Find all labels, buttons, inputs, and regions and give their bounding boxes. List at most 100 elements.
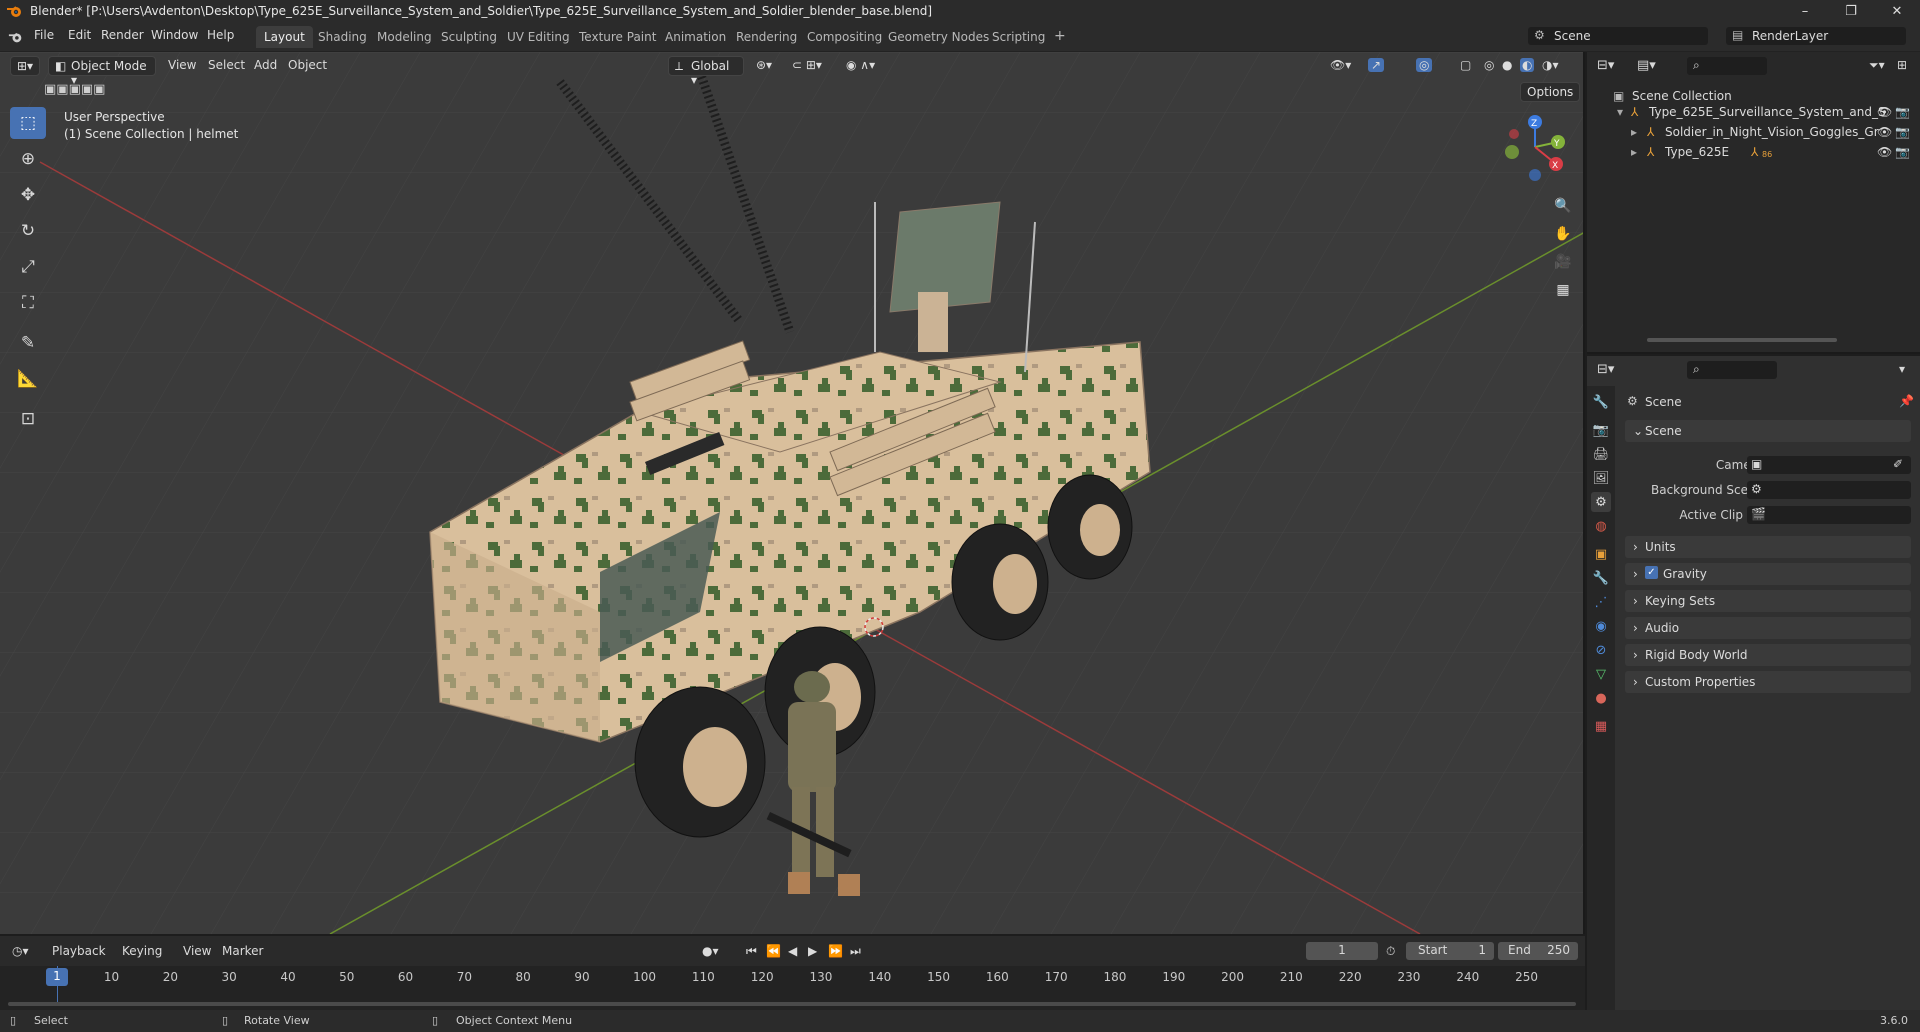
outliner-item[interactable]: ▸ ⅄ Type_625E ⅄ 86 👁 📷	[1587, 142, 1920, 162]
proportional-edit-icon[interactable]: ◉ ∧▾	[846, 58, 875, 72]
gizmo-toggle-icon[interactable]: ↗	[1368, 58, 1385, 72]
tab-sculpting[interactable]: Sculpting	[433, 26, 505, 48]
pivot-icon[interactable]: ⊛▾	[756, 58, 772, 72]
overlay-toggle-icon[interactable]: ◎	[1416, 58, 1433, 72]
tab-scripting[interactable]: Scripting	[984, 26, 1053, 48]
orthographic-grid-icon[interactable]: ▦	[1552, 279, 1574, 301]
active-clip-field[interactable]: 🎬	[1747, 506, 1911, 524]
mode-selector[interactable]: ◧ Object Mode ▾	[48, 56, 156, 87]
outliner-scrollbar[interactable]	[1647, 338, 1837, 342]
transform-orientation[interactable]: ⟂ Global ▾	[668, 56, 744, 87]
options-button[interactable]: Options	[1520, 82, 1580, 102]
menu-edit[interactable]: Edit	[68, 28, 91, 42]
eye-icon[interactable]: 👁	[1877, 145, 1892, 159]
playhead-frame[interactable]: 1	[46, 968, 68, 986]
world-tab-icon[interactable]: ◍	[1591, 516, 1611, 536]
play-icon[interactable]: ▶	[808, 944, 817, 958]
solid-shading-icon[interactable]: ●	[1502, 58, 1512, 72]
expand-right-icon[interactable]: ▸	[1631, 125, 1637, 139]
outliner-item[interactable]: ▸ ⅄ Soldier_in_Night_Vision_Goggles_Gr 👁…	[1587, 122, 1920, 142]
editor-type-icon[interactable]: ⊞▾	[10, 56, 40, 76]
outliner-item[interactable]: ▾ ⅄ Type_625E_Surveillance_System_and_S …	[1587, 102, 1920, 122]
next-keyframe-icon[interactable]: ⏩	[828, 944, 843, 958]
snap-icon[interactable]: ⊂ ⊞▾	[792, 58, 822, 72]
transform-tool-icon[interactable]: ⛶	[10, 287, 46, 319]
panel-scene-header[interactable]: ⌄ Scene	[1625, 420, 1911, 442]
jump-end-icon[interactable]: ⏭	[850, 944, 861, 959]
scale-tool-icon[interactable]: ⤢	[10, 251, 46, 283]
visibility-icon[interactable]: 👁▾	[1330, 58, 1351, 72]
expand-right-icon[interactable]: ▸	[1631, 145, 1637, 159]
material-tab-icon[interactable]: ●	[1591, 688, 1611, 708]
panel-gravity[interactable]: › ✓ Gravity	[1625, 563, 1911, 585]
material-shading-icon[interactable]: ◐	[1520, 58, 1535, 72]
timeline-menu-marker[interactable]: Marker	[222, 944, 263, 958]
cursor-tool-icon[interactable]: ⊕	[10, 143, 46, 175]
new-collection-icon[interactable]: ⊞	[1897, 58, 1907, 72]
scene-selector[interactable]: ⚙ Scene	[1528, 27, 1708, 45]
navigation-gizmo[interactable]: Z Y X	[1500, 112, 1570, 182]
tab-uv-editing[interactable]: UV Editing	[499, 26, 578, 48]
timeline-scrollbar[interactable]	[8, 1002, 1576, 1006]
add-cube-tool-icon[interactable]: ⊡	[10, 403, 46, 435]
measure-tool-icon[interactable]: 📐	[10, 363, 46, 395]
stopwatch-icon[interactable]: ⏱	[1386, 944, 1395, 959]
background-scene-field[interactable]: ⚙	[1747, 481, 1911, 499]
tab-shading[interactable]: Shading	[310, 26, 375, 48]
modifier-tab-icon[interactable]: 🔧	[1591, 568, 1611, 588]
xray-icon[interactable]: ▢	[1460, 58, 1471, 72]
display-mode-icon[interactable]: ▤▾	[1637, 58, 1656, 73]
tab-texture-paint[interactable]: Texture Paint	[571, 26, 664, 48]
tab-layout[interactable]: Layout	[256, 26, 313, 48]
rotate-tool-icon[interactable]: ↻	[10, 215, 46, 247]
play-reverse-icon[interactable]: ◀	[788, 944, 797, 958]
view-layer-tab-icon[interactable]: 🖼	[1591, 468, 1611, 488]
blender-menu-icon[interactable]	[8, 30, 24, 44]
select-box-tool-icon[interactable]: ⬚	[10, 107, 46, 139]
start-frame-field[interactable]: Start 1	[1406, 942, 1494, 960]
properties-options-icon[interactable]: ▾	[1899, 362, 1905, 376]
tab-geometry-nodes[interactable]: Geometry Nodes	[880, 26, 997, 48]
current-frame-field[interactable]: 1	[1306, 942, 1378, 960]
properties-search-input[interactable]: ⌕	[1687, 361, 1777, 379]
panel-rigid-body-world[interactable]: › Rigid Body World	[1625, 644, 1911, 666]
data-tab-icon[interactable]: ▽	[1591, 664, 1611, 684]
eye-icon[interactable]: 👁	[1877, 105, 1892, 119]
camera-view-icon[interactable]: 🎥	[1552, 251, 1574, 273]
tab-animation[interactable]: Animation	[657, 26, 734, 48]
timeline-menu-playback[interactable]: Playback	[52, 944, 106, 958]
close-button[interactable]: ✕	[1874, 0, 1920, 22]
camera-render-icon[interactable]: 📷	[1895, 125, 1910, 139]
gravity-checkbox[interactable]: ✓	[1645, 566, 1658, 579]
timeline-menu-view[interactable]: View	[183, 944, 211, 958]
menu-window[interactable]: Window	[151, 28, 198, 42]
timeline-editor-icon[interactable]: ◷▾	[12, 944, 29, 958]
physics-tab-icon[interactable]: ◉	[1591, 616, 1611, 636]
particles-tab-icon[interactable]: ⋰	[1591, 592, 1611, 612]
rendered-shading-icon[interactable]: ◑▾	[1542, 58, 1559, 72]
constraints-tab-icon[interactable]: ⊘	[1591, 640, 1611, 660]
eye-icon[interactable]: 👁	[1877, 125, 1892, 139]
minimize-button[interactable]: –	[1782, 0, 1828, 22]
move-tool-icon[interactable]: ✥	[10, 179, 46, 211]
viewport-menu-select[interactable]: Select	[208, 58, 245, 72]
pin-icon[interactable]: 📌	[1899, 394, 1914, 408]
jump-start-icon[interactable]: ⏮	[746, 944, 757, 959]
properties-editor-icon[interactable]: ⊟▾	[1597, 362, 1614, 377]
tab-compositing[interactable]: Compositing	[799, 26, 890, 48]
camera-field[interactable]: ▣ ✐	[1747, 456, 1911, 474]
expand-down-icon[interactable]: ▾	[1617, 105, 1623, 119]
tab-modeling[interactable]: Modeling	[369, 26, 440, 48]
camera-render-icon[interactable]: 📷	[1895, 145, 1910, 159]
camera-render-icon[interactable]: 📷	[1895, 105, 1910, 119]
tab-rendering[interactable]: Rendering	[728, 26, 805, 48]
outliner-search-input[interactable]: ⌕	[1687, 57, 1767, 75]
tool-tab-icon[interactable]: 🔧	[1591, 392, 1611, 412]
zoom-icon[interactable]: 🔍	[1552, 195, 1574, 217]
end-frame-field[interactable]: End 250	[1498, 942, 1578, 960]
selection-mode-icons[interactable]: ▣▣▣▣▣	[44, 82, 105, 97]
view-layer-selector[interactable]: ▤ RenderLayer	[1726, 27, 1906, 45]
render-tab-icon[interactable]: 📷	[1591, 420, 1611, 440]
wireframe-shading-icon[interactable]: ◎	[1484, 58, 1494, 72]
output-tab-icon[interactable]: 🖨	[1591, 444, 1611, 464]
